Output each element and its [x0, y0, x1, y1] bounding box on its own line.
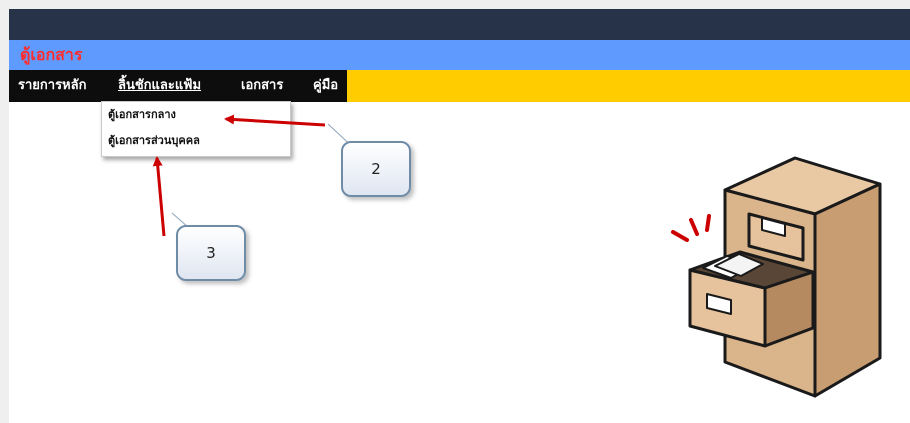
arrow-to-central-cabinet	[224, 114, 326, 127]
motion-line-1	[671, 230, 689, 242]
motion-line-2	[689, 218, 699, 236]
motion-line-3	[705, 214, 711, 232]
callout-2: 2	[341, 141, 411, 197]
callout-3: 3	[176, 225, 246, 281]
file-cabinet-illustration	[671, 156, 882, 398]
arrow-to-personal-cabinet	[152, 156, 166, 237]
